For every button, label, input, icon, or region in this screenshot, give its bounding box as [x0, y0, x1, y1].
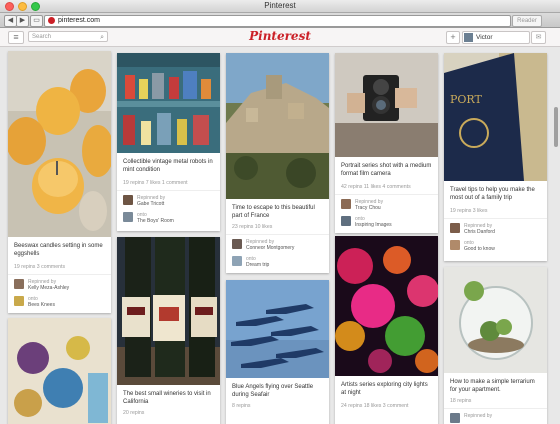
repinned-by: Repinned by Tracy Chou: [355, 199, 384, 211]
repinned-by: Repinned by Gabe Tricott: [137, 195, 166, 207]
pin-card[interactable]: The best small wineries to visit in Cali…: [117, 237, 220, 424]
board-thumbnail[interactable]: [450, 240, 460, 250]
pin-stats: 42 repins 11 likes 4 comments: [341, 184, 411, 190]
pin-card[interactable]: [8, 318, 111, 424]
pin-image-blue-angels: [226, 280, 329, 378]
pin-description: Time to escape to this beautiful part of…: [232, 205, 315, 219]
board-thumbnail[interactable]: [123, 212, 133, 222]
pin-card[interactable]: Time to escape to this beautiful part of…: [226, 53, 329, 273]
board-info: onto Bees Knees: [28, 296, 55, 308]
board-info: onto Good to know: [464, 240, 495, 252]
address-bar[interactable]: pinterest.com: [44, 15, 511, 27]
divider: [444, 218, 547, 219]
pin-image-passport: PORT: [444, 53, 547, 181]
board-info: onto Dream trip: [246, 256, 270, 268]
tabs-overview-button[interactable]: ▭: [30, 15, 43, 27]
pin-description: Portrait series shot with a medium forma…: [341, 163, 432, 177]
pin-stats: 23 repins 10 likes: [232, 224, 273, 230]
pin-image-wine-bottles: [117, 237, 220, 385]
board-thumbnail[interactable]: [232, 256, 242, 266]
pin-image-city-lights: [335, 236, 438, 376]
browser-toolbar: ◀ ▶ ▭ pinterest.com Reader: [0, 13, 560, 28]
pin-description: Travel tips to help you make the most ou…: [450, 187, 535, 201]
repinned-by: Repinned by Chris Danford: [464, 223, 495, 235]
pin-image-robots: [117, 53, 220, 153]
repinned-by: Repinned by Conneor Montgomery: [246, 239, 295, 251]
avatar[interactable]: [450, 413, 460, 423]
avatar[interactable]: [123, 195, 133, 205]
window-title: Pinterest: [264, 1, 296, 10]
pin-stats: 19 repins 3 likes: [450, 208, 488, 214]
repinned-by: Repinned by: [464, 413, 493, 419]
pin-description: Blue Angels flying over Seattle during S…: [232, 384, 314, 398]
avatar[interactable]: [14, 279, 24, 289]
pin-card[interactable]: PORT Travel tips to help you make the mo…: [444, 53, 547, 261]
pin-image-france-village: [226, 53, 329, 199]
pin-stats: 24 repins 18 likes 3 comment: [341, 403, 409, 409]
pin-description: Beeswax candles setting in some eggshell…: [14, 243, 103, 257]
pin-description: Collectible vintage metal robots in mint…: [123, 159, 213, 173]
window-controls: [5, 2, 40, 11]
messages-icon[interactable]: ✉: [531, 31, 546, 44]
forward-button[interactable]: ▶: [16, 15, 29, 27]
pin-card[interactable]: Collectible vintage metal robots in mint…: [117, 53, 220, 231]
pin-card[interactable]: Portrait series shot with a medium forma…: [335, 53, 438, 233]
reader-button[interactable]: Reader: [512, 15, 542, 27]
avatar[interactable]: [450, 223, 460, 233]
pin-card[interactable]: Beeswax candles setting in some eggshell…: [8, 51, 111, 313]
url-text: pinterest.com: [58, 17, 101, 24]
pin-stats: 18 repins: [450, 398, 472, 404]
divider: [8, 274, 111, 275]
title-bar: Pinterest: [0, 0, 560, 13]
svg-text:PORT: PORT: [450, 93, 483, 106]
pin-description: Artists series exploring city lights at …: [341, 382, 428, 396]
pin-card[interactable]: Artists series exploring city lights at …: [335, 236, 438, 424]
avatar[interactable]: [341, 199, 351, 209]
pin-stats: 8 repins: [232, 403, 251, 409]
divider: [335, 194, 438, 195]
pin-stats: 19 repins 3 comments: [14, 264, 66, 270]
pin-description: The best small wineries to visit in Cali…: [123, 391, 211, 405]
pinterest-header: ≡ Search ⌕ Pinterest + Victor ✉: [0, 28, 560, 47]
divider: [444, 408, 547, 409]
user-profile-button[interactable]: Victor: [462, 31, 530, 44]
board-thumbnail[interactable]: [14, 296, 24, 306]
pin-card[interactable]: How to make a simple terrarium for your …: [444, 267, 547, 424]
browser-window: Pinterest ◀ ▶ ▭ pinterest.com Reader ≡ S…: [0, 0, 560, 424]
user-name: Victor: [476, 34, 493, 41]
pin-image-terrarium: [444, 267, 547, 373]
pin-stats: 19 repins 7 likes 1 comment: [123, 180, 188, 186]
pinterest-favicon-icon: [48, 17, 55, 24]
add-pin-button[interactable]: +: [446, 31, 460, 44]
pin-stats: 20 repins: [123, 410, 145, 416]
divider: [226, 234, 329, 235]
pin-image-candles: [8, 51, 111, 237]
pin-card[interactable]: Blue Angels flying over Seattle during S…: [226, 280, 329, 424]
pin-image-lollipops: [8, 318, 111, 424]
zoom-window-button[interactable]: [31, 2, 40, 11]
avatar[interactable]: [232, 239, 242, 249]
repinned-by: Repinned by Kelly Meza-Ashley: [28, 279, 70, 291]
board-info: onto Inspiring Images: [355, 216, 392, 228]
close-window-button[interactable]: [5, 2, 14, 11]
pin-description: How to make a simple terrarium for your …: [450, 379, 535, 393]
board-thumbnail[interactable]: [341, 216, 351, 226]
pin-feed: Beeswax candles setting in some eggshell…: [0, 47, 560, 424]
board-info: onto The Boys' Room: [137, 212, 174, 224]
divider: [117, 190, 220, 191]
avatar: [464, 33, 473, 42]
scrollbar[interactable]: [554, 107, 558, 147]
minimize-window-button[interactable]: [18, 2, 27, 11]
pin-image-film-camera: [335, 53, 438, 157]
